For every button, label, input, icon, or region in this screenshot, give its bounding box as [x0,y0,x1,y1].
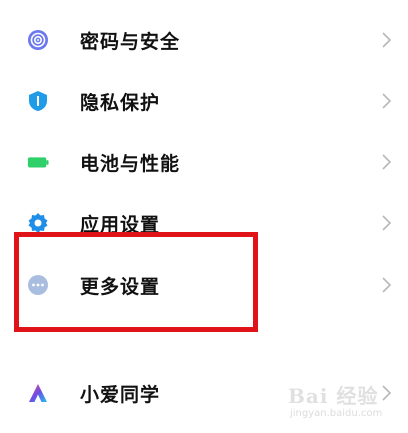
chevron-right-icon [382,154,392,170]
chevron-right-icon [382,32,392,48]
settings-item-label: 小爱同学 [80,383,161,406]
settings-item-label: 密码与安全 [80,30,181,53]
settings-item-password-security[interactable]: 密码与安全 [0,9,408,71]
settings-screen: 密码与安全 隐私保护 电池与性能 应用设置 更多设置 小爱同学 Bai 经验 j… [0,0,408,433]
chevron-right-icon [382,215,392,231]
chevron-right-icon [382,277,392,293]
group-divider [0,340,408,354]
battery-icon [27,151,49,173]
chevron-right-icon [382,93,392,109]
settings-item-label: 隐私保护 [80,91,161,114]
settings-item-label: 电池与性能 [80,152,181,175]
settings-item-privacy[interactable]: 隐私保护 [0,70,408,132]
baidu-jingyan-watermark: Bai 经验 jingyan.baidu.com [288,380,398,428]
shield-icon [27,90,49,112]
watermark-url: jingyan.baidu.com [290,408,383,419]
settings-item-battery[interactable]: 电池与性能 [0,131,408,193]
watermark-logo: Bai 经验 [288,384,379,408]
fingerprint-icon [27,29,49,51]
gear-icon [27,212,49,234]
xiaoai-icon [27,382,49,404]
highlight-annotation-box [14,232,258,332]
